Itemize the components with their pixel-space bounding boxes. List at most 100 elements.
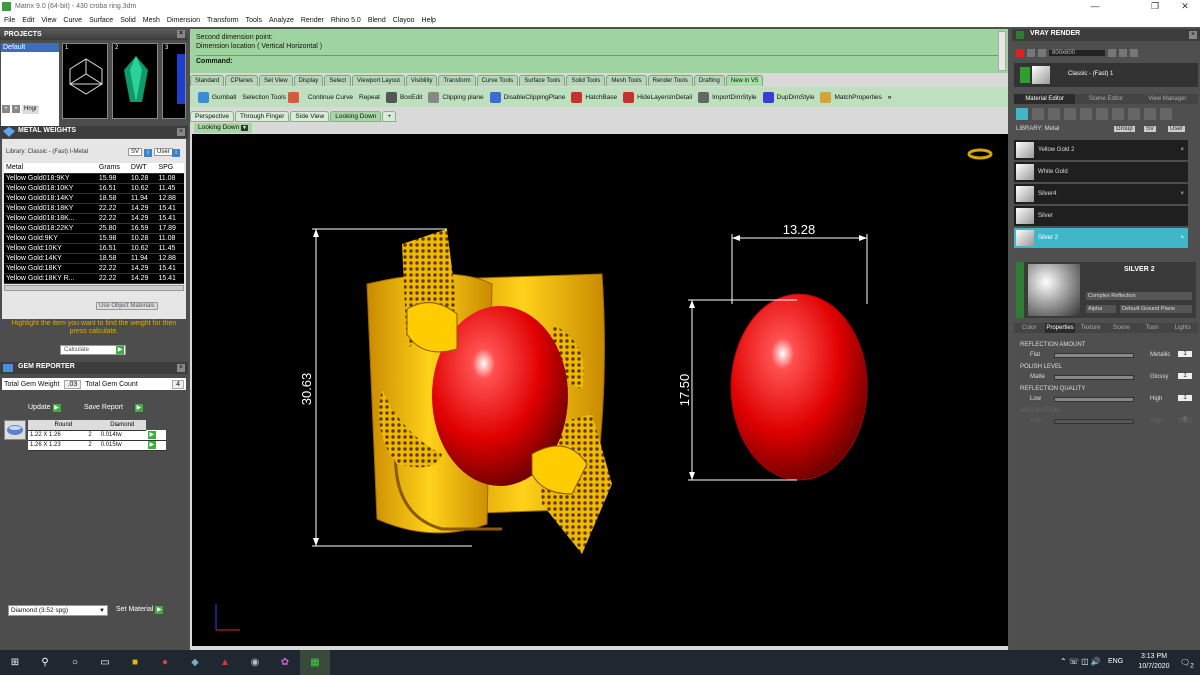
tab-texture[interactable]: Texture (1075, 323, 1107, 333)
alpha-toggle[interactable]: Alpha (1086, 305, 1116, 313)
hatchbase-button[interactable]: HatchBase (571, 91, 617, 103)
table-row[interactable]: Yellow Gold018:10KY 16.51 10.62 11.45 (4, 183, 184, 194)
menu-transform[interactable]: Transform (207, 17, 239, 24)
tab-surface-tools[interactable]: Surface Tools (519, 75, 566, 86)
horizontal-scrollbar[interactable] (4, 285, 184, 291)
search-icon[interactable]: ⚲ (30, 650, 60, 675)
menu-view[interactable]: View (41, 17, 56, 24)
metal-icon[interactable] (1016, 108, 1028, 120)
table-row[interactable]: Yellow Gold:14KY 18.58 11.94 12.88 (4, 253, 184, 264)
command-area[interactable]: Second dimension point: Dimension locati… (190, 29, 1008, 73)
minimize-button[interactable]: — (1080, 0, 1110, 13)
polish-level-slider[interactable] (1054, 375, 1134, 380)
project-thumbnail-2[interactable]: 2 (112, 43, 158, 119)
table-row[interactable]: Yellow Gold018:14KY 18.58 11.94 12.88 (4, 193, 184, 204)
settings-icon[interactable] (1027, 49, 1035, 57)
viewport-canvas[interactable]: 30.63 13.28 17.50 (192, 134, 1008, 646)
tab-side-view[interactable]: Side View (290, 111, 330, 122)
menu-render[interactable]: Render (301, 17, 324, 24)
close-button[interactable]: ✕ (1170, 0, 1200, 13)
tab-color[interactable]: Color (1014, 323, 1045, 333)
material-item-silver[interactable]: Silver (1014, 206, 1188, 226)
task-view-icon[interactable]: ▭ (90, 650, 120, 675)
menu-dimension[interactable]: Dimension (167, 17, 200, 24)
reflection-amount-value[interactable]: 1 (1178, 351, 1192, 357)
tab-render-tools[interactable]: Render Tools (647, 75, 693, 86)
light-icon[interactable] (1160, 108, 1172, 120)
close-icon[interactable]: × (177, 128, 185, 136)
set-material-button[interactable]: Set Material ▶ (116, 606, 164, 614)
close-icon[interactable]: × (177, 30, 185, 38)
ground-plane-select[interactable]: Default Ground Plane (1120, 305, 1192, 313)
start-icon[interactable]: ⊞ (0, 650, 30, 675)
viewport-looking-down[interactable]: 30.63 13.28 17.50 (192, 134, 1008, 646)
plastic-icon[interactable] (1080, 108, 1092, 120)
matrix-taskbar-icon[interactable]: ▦ (300, 650, 330, 675)
menu-edit[interactable]: Edit (22, 17, 34, 24)
tab-material-editor[interactable]: Material Editor (1014, 94, 1076, 104)
gem-icon[interactable] (1032, 108, 1044, 120)
tab-through-finger[interactable]: Through Finger (234, 111, 290, 122)
tab-visibility[interactable]: Visibility (405, 75, 438, 86)
save-report-button[interactable]: Save Report ▶ (84, 404, 143, 412)
match-properties-button[interactable]: MatchProperties (820, 91, 882, 103)
style-row[interactable]: Classic - (Fast) 1 (1014, 63, 1198, 87)
app-icon-4[interactable]: ✿ (270, 650, 300, 675)
gumball-button[interactable]: Gumball (198, 91, 236, 103)
hide-layers-in-detail-button[interactable]: HideLayersInDetail (623, 91, 692, 103)
render-icon[interactable] (1016, 49, 1024, 57)
update-button[interactable]: Update ▶ (28, 404, 61, 412)
chrome-icon[interactable]: ● (150, 650, 180, 675)
column-header-spg[interactable]: SPG (156, 163, 184, 174)
viewport-label[interactable]: Looking Down ▼ (194, 123, 252, 133)
reflection-quality-slider[interactable] (1054, 397, 1134, 402)
tab-view-manager[interactable]: View Manager (1136, 94, 1198, 104)
material-item-white-gold[interactable]: White Gold (1014, 162, 1188, 182)
command-prompt[interactable]: Command: (196, 55, 1002, 66)
material-item-silver4[interactable]: Silver4 × (1014, 184, 1188, 204)
table-row[interactable]: Yellow Gold018:18KY 22.22 14.29 15.41 (4, 203, 184, 214)
menu-curve[interactable]: Curve (63, 17, 82, 24)
render-region-icon[interactable] (1108, 49, 1116, 57)
app-icon-2[interactable]: ▲ (210, 650, 240, 675)
menu-surface[interactable]: Surface (89, 17, 113, 24)
material-item-yellow-gold-2[interactable]: Yellow Gold 2 × (1014, 140, 1188, 160)
table-row[interactable]: Yellow Gold:9KY 15.98 10.28 11.08 (4, 233, 184, 244)
tab-cplanes[interactable]: CPlanes (225, 75, 259, 86)
menu-rhino[interactable]: Rhino 5.0 (331, 17, 361, 24)
clock-date[interactable]: 10/7/2020 (1132, 663, 1176, 670)
language-indicator[interactable]: ENG (1108, 658, 1123, 665)
close-icon[interactable]: × (1189, 31, 1197, 39)
calculate-button[interactable]: Calculate ▶ (60, 345, 126, 355)
table-row[interactable]: Yellow Gold:10KY 16.51 10.62 11.45 (4, 243, 184, 254)
gem-row[interactable]: 1.22 X 1.26 2 0.014tw ▶ (28, 430, 166, 441)
table-row[interactable]: Yellow Gold018:18K... 22.22 14.29 15.41 (4, 213, 184, 224)
project-item-default[interactable]: Default (1, 43, 59, 52)
boxedit-button[interactable]: BoxEdit (385, 91, 422, 103)
table-row[interactable]: Yellow Gold:18KY 22.22 14.29 15.41 (4, 263, 184, 274)
save-icon[interactable] (1130, 49, 1138, 57)
add-project-button[interactable]: + (2, 105, 10, 113)
app-icon-1[interactable]: ◆ (180, 650, 210, 675)
repeat-button[interactable]: Repeat (359, 94, 380, 101)
remove-project-button[interactable]: × (12, 105, 20, 113)
user-toggle[interactable]: User (154, 148, 173, 156)
cortana-icon[interactable]: ○ (60, 650, 90, 675)
collapse-icon[interactable] (1016, 262, 1024, 318)
tab-drafting[interactable]: Drafting (693, 75, 725, 86)
gem-row[interactable]: 1.26 X 1.23 2 0.015tw ▶ (28, 440, 166, 451)
notification-icon[interactable]: 🗨2 (1180, 658, 1194, 670)
table-row[interactable]: Yellow Gold:18KY R... 22.22 14.29 15.41 (4, 273, 184, 284)
menu-help[interactable]: Help (422, 17, 436, 24)
add-viewport-button[interactable]: + (382, 111, 397, 122)
tab-scene[interactable]: Scene (1106, 323, 1137, 333)
ring-navigator-icon[interactable] (967, 148, 993, 160)
polish-level-value[interactable]: 1 (1178, 373, 1192, 379)
user-toggle[interactable]: User (1168, 126, 1185, 132)
tab-set-view[interactable]: Set View (259, 75, 293, 86)
expand-icon[interactable] (1020, 67, 1030, 83)
tab-select[interactable]: Select (324, 75, 351, 86)
menu-solid[interactable]: Solid (120, 17, 136, 24)
tab-solid-tools[interactable]: Solid Tools (566, 75, 606, 86)
column-header-metal[interactable]: Metal (4, 163, 97, 174)
